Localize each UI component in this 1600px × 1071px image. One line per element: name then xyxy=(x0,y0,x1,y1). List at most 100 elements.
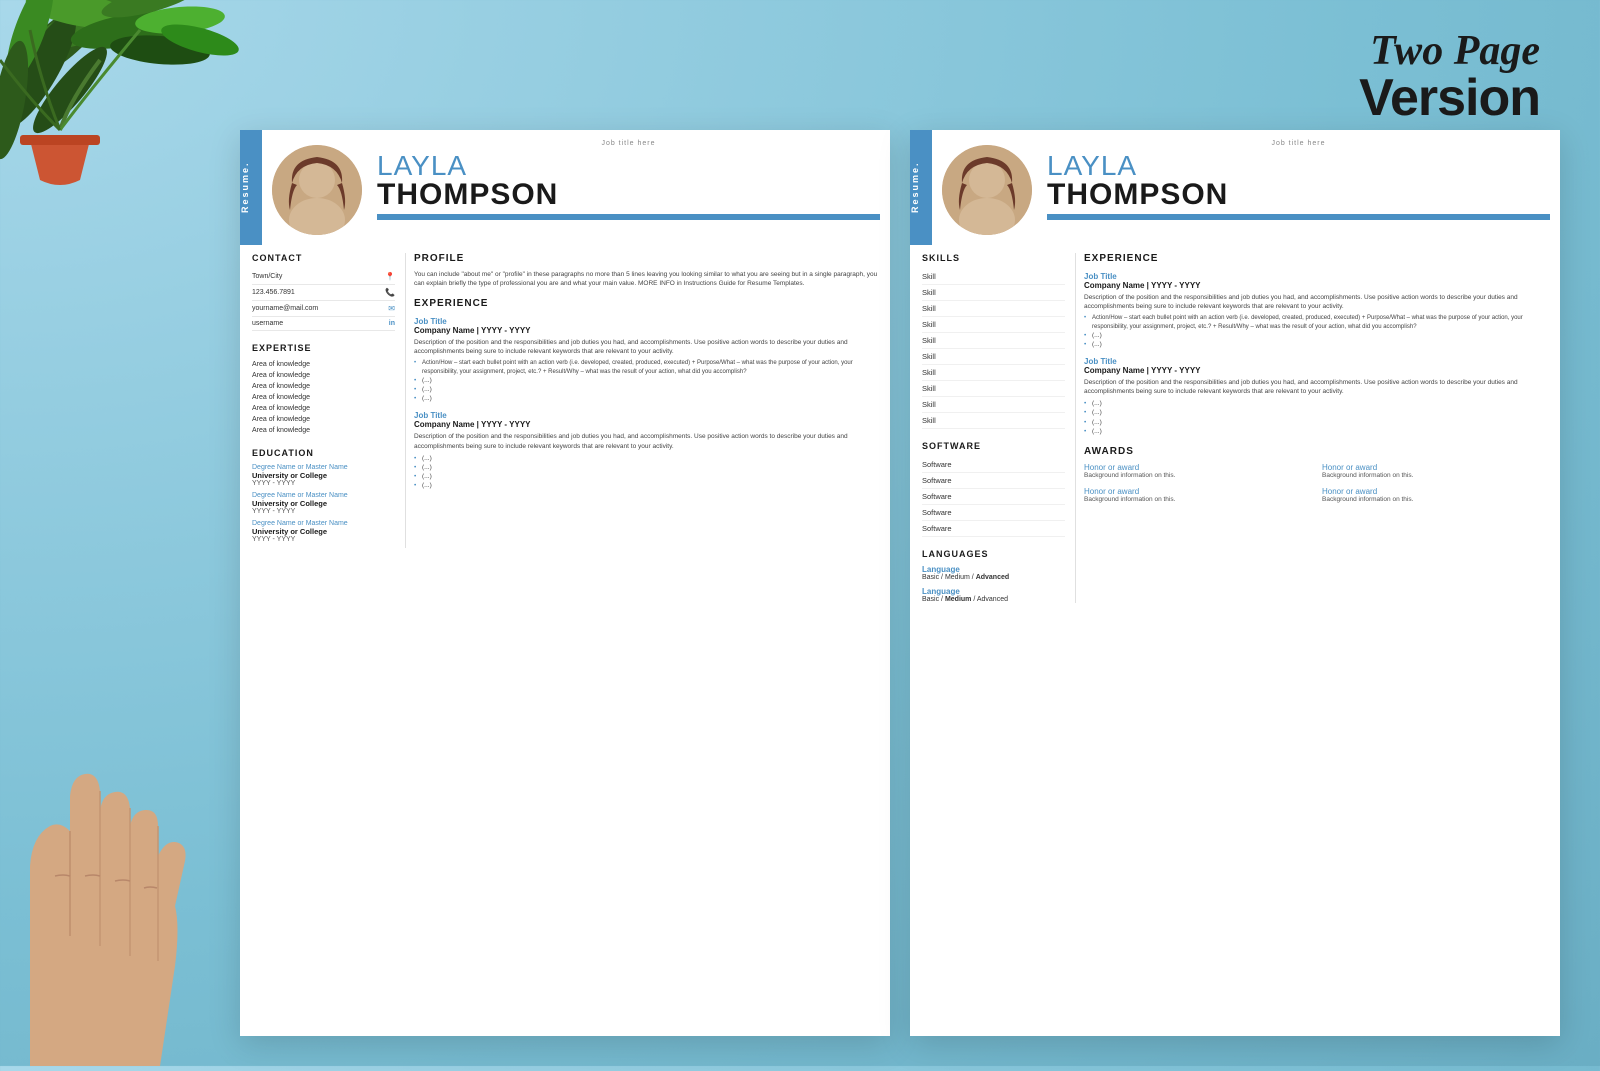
awards-title: AWARDS xyxy=(1084,446,1550,457)
award-4-title: Honor or award xyxy=(1322,487,1550,496)
skill-1: Skill xyxy=(922,269,1065,285)
edu-university-3: University or College xyxy=(252,527,395,536)
expertise-4: Area of knowledge xyxy=(252,392,395,403)
page1-job-title: Job title here xyxy=(377,140,880,147)
page2-job2-bullet4: (...) xyxy=(1084,427,1550,436)
software-2: Software xyxy=(922,473,1065,489)
email-icon: ✉ xyxy=(388,304,395,313)
award-2-desc: Background information on this. xyxy=(1322,472,1550,479)
page2-job2-bullet3: (...) xyxy=(1084,418,1550,427)
pages-container: Resume. Job title here LAYLA THOMPSON xyxy=(240,130,1560,1036)
plant-decoration xyxy=(0,0,290,220)
contact-title: CONTACT xyxy=(252,253,395,263)
software-title: SOFTWARE xyxy=(922,441,1065,451)
edu-degree-2: Degree Name or Master Name xyxy=(252,492,395,499)
skill-3: Skill xyxy=(922,301,1065,317)
skill-2: Skill xyxy=(922,285,1065,301)
page2-job1-company: Company Name | YYYY - YYYY xyxy=(1084,281,1550,290)
page1-job1-bullet4: (...) xyxy=(414,394,880,403)
page1-job2-bullet3: (...) xyxy=(414,472,880,481)
skill-7: Skill xyxy=(922,365,1065,381)
edu-year-3: YYYY - YYYY xyxy=(252,536,395,543)
page2-name-last: THOMPSON xyxy=(1047,180,1550,210)
page1-name-underline xyxy=(377,214,880,220)
page1-job1-company: Company Name | YYYY - YYYY xyxy=(414,326,880,335)
page2-job1-bullet3: (...) xyxy=(1084,340,1550,349)
profile-title: PROFILE xyxy=(414,253,880,264)
page1-job1-bullet2: (...) xyxy=(414,376,880,385)
page1-name-first: LAYLA xyxy=(377,152,880,180)
awards-row-2: Honor or award Background information on… xyxy=(1084,487,1550,503)
page1-right-col: PROFILE You can include "about me" or "p… xyxy=(405,253,890,548)
lang-1-name: Language xyxy=(922,565,1065,574)
page2-job1-bullet1: Action/How – start each bullet point wit… xyxy=(1084,314,1550,331)
lang-2-level: Basic / Medium / Advanced xyxy=(922,596,1065,603)
awards-row-1: Honor or award Background information on… xyxy=(1084,463,1550,479)
hand-decoration xyxy=(0,616,230,1066)
education-title: EDUCATION xyxy=(252,448,395,458)
page2-job2-title: Job Title xyxy=(1084,357,1550,366)
page1-name-last: THOMPSON xyxy=(377,180,880,210)
page1-left-col: CONTACT Town/City 📍 123.456.7891 📞 yourn… xyxy=(240,253,405,548)
page2-right-col: EXPERIENCE Job Title Company Name | YYYY… xyxy=(1075,253,1560,603)
page2-job1-title: Job Title xyxy=(1084,272,1550,281)
contact-phone-label: 123.456.7891 xyxy=(252,289,295,296)
award-1: Honor or award Background information on… xyxy=(1084,463,1312,479)
location-icon: 📍 xyxy=(385,272,395,281)
profile-text: You can include "about me" or "profile" … xyxy=(414,270,880,288)
expertise-3: Area of knowledge xyxy=(252,381,395,392)
page2-header: Resume. Job title here LAYLA THOMPSON xyxy=(910,130,1560,245)
page2-name-block: Job title here LAYLA THOMPSON xyxy=(1042,130,1560,245)
version-text: Version xyxy=(1359,72,1540,124)
skill-8: Skill xyxy=(922,381,1065,397)
contact-linkedin-label: username xyxy=(252,320,283,327)
page1-job1-desc: Description of the position and the resp… xyxy=(414,338,880,356)
resume-page-2: Resume. Job title here LAYLA THOMPSON xyxy=(910,130,1560,1036)
page1-job2-bullet2: (...) xyxy=(414,463,880,472)
skills-title: SKILLS xyxy=(922,253,1065,263)
award-1-title: Honor or award xyxy=(1084,463,1312,472)
two-page-text: Two Page xyxy=(1359,30,1540,72)
skill-10: Skill xyxy=(922,413,1065,429)
skill-9: Skill xyxy=(922,397,1065,413)
lang-2: Language Basic / Medium / Advanced xyxy=(922,587,1065,603)
edu-year-2: YYYY - YYYY xyxy=(252,508,395,515)
award-4-desc: Background information on this. xyxy=(1322,496,1550,503)
page2-job1-desc: Description of the position and the resp… xyxy=(1084,293,1550,311)
edu-degree-1: Degree Name or Master Name xyxy=(252,464,395,471)
software-1: Software xyxy=(922,457,1065,473)
page2-job2-company: Company Name | YYYY - YYYY xyxy=(1084,366,1550,375)
page2-job2-bullet2: (...) xyxy=(1084,408,1550,417)
page2-name-underline xyxy=(1047,214,1550,220)
lang-1: Language Basic / Medium / Advanced xyxy=(922,565,1065,581)
experience-title: EXPERIENCE xyxy=(414,298,880,309)
page2-job2-desc: Description of the position and the resp… xyxy=(1084,378,1550,396)
expertise-5: Area of knowledge xyxy=(252,403,395,414)
page2-experience-title: EXPERIENCE xyxy=(1084,253,1550,264)
page2-name-first: LAYLA xyxy=(1047,152,1550,180)
software-4: Software xyxy=(922,505,1065,521)
edu-university-2: University or College xyxy=(252,499,395,508)
page2-job-title: Job title here xyxy=(1047,140,1550,147)
page1-body: CONTACT Town/City 📍 123.456.7891 📞 yourn… xyxy=(240,245,890,548)
expertise-2: Area of knowledge xyxy=(252,370,395,381)
award-3: Honor or award Background information on… xyxy=(1084,487,1312,503)
contact-email: yourname@mail.com ✉ xyxy=(252,301,395,317)
award-4: Honor or award Background information on… xyxy=(1322,487,1550,503)
lang-2-name: Language xyxy=(922,587,1065,596)
software-3: Software xyxy=(922,489,1065,505)
expertise-7: Area of knowledge xyxy=(252,425,395,436)
skill-6: Skill xyxy=(922,349,1065,365)
edu-university-1: University or College xyxy=(252,471,395,480)
page2-job1-bullet2: (...) xyxy=(1084,331,1550,340)
page1-job1-bullet3: (...) xyxy=(414,385,880,394)
skill-5: Skill xyxy=(922,333,1065,349)
award-2: Honor or award Background information on… xyxy=(1322,463,1550,479)
contact-linkedin: username in xyxy=(252,317,395,331)
contact-phone: 123.456.7891 📞 xyxy=(252,285,395,301)
page1-job2-bullet4: (...) xyxy=(414,481,880,490)
page1-job2-bullet1: (...) xyxy=(414,454,880,463)
page1-name-block: Job title here LAYLA THOMPSON xyxy=(372,130,890,245)
contact-city-label: Town/City xyxy=(252,273,282,280)
lang-1-level: Basic / Medium / Advanced xyxy=(922,574,1065,581)
